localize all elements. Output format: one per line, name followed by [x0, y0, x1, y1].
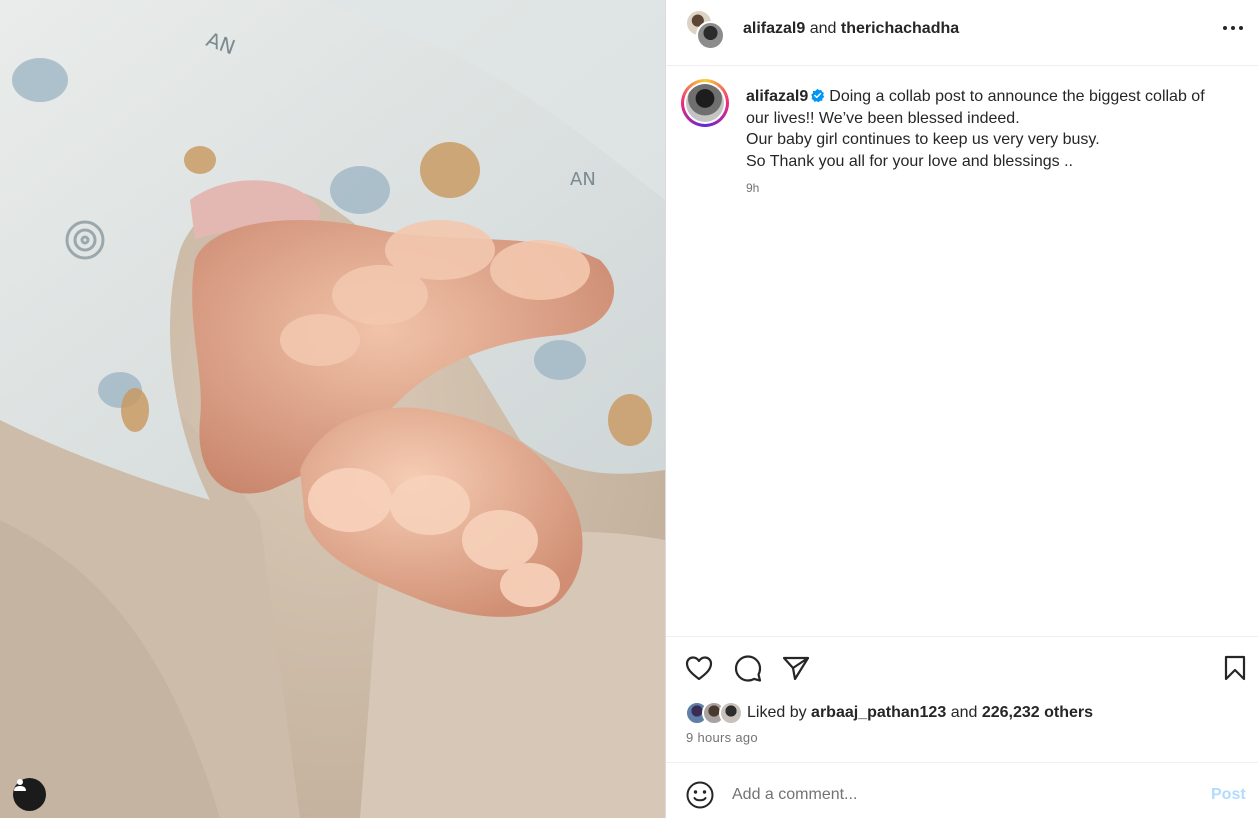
svg-text:AN: AN [570, 169, 596, 190]
share-button[interactable] [781, 653, 811, 683]
caption-author-avatar[interactable] [681, 79, 729, 127]
avatar [686, 84, 724, 122]
comment-bubble-icon [734, 655, 762, 682]
user-icon [14, 779, 26, 791]
liker-avatars[interactable] [685, 701, 747, 725]
save-button[interactable] [1220, 653, 1250, 683]
tagged-users-button[interactable] [13, 778, 46, 811]
caption-timestamp[interactable]: 9h [746, 181, 759, 195]
likes-others-link[interactable]: 226,232 others [982, 704, 1093, 721]
comment-button[interactable] [733, 653, 763, 683]
post-header: alifazal9 and therichachadha [666, 0, 1258, 66]
comment-input[interactable] [732, 780, 1172, 810]
authors-joiner: and [809, 20, 837, 37]
post-timestamp[interactable]: 9 hours ago [686, 730, 758, 745]
caption-username[interactable]: alifazal9 [746, 88, 808, 105]
smiley-icon [686, 781, 714, 809]
comments-section: alifazal9 Doing a collab post to announc… [666, 66, 1258, 636]
bookmark-icon [1224, 655, 1246, 681]
likes-summary: Liked by arbaaj_pathan123 and 226,232 ot… [685, 700, 1093, 726]
author-link-therichachadha[interactable]: therichachadha [841, 20, 959, 37]
collab-avatars[interactable] [685, 9, 727, 51]
likes-text: Liked by arbaaj_pathan123 and 226,232 ot… [747, 704, 1093, 722]
send-icon [782, 656, 810, 681]
baby-feet-photo: AN AN [0, 0, 665, 818]
caption-text: alifazal9 Doing a collab post to announc… [746, 86, 1226, 172]
post-details-panel: alifazal9 and therichachadha alifazal9 D… [665, 0, 1258, 818]
likes-joiner: and [950, 704, 978, 721]
liker-username-link[interactable]: arbaaj_pathan123 [811, 704, 946, 721]
caption-line-2: Our baby girl continues to keep us very … [746, 131, 1100, 148]
caption-line-3: So Thank you all for your love and bless… [746, 152, 1073, 170]
avatar[interactable] [696, 21, 725, 50]
author-link-alifazal9[interactable]: alifazal9 [743, 20, 805, 37]
post-media[interactable]: AN AN [0, 0, 665, 818]
emoji-picker-button[interactable] [685, 780, 715, 810]
post-authors: alifazal9 and therichachadha [743, 19, 959, 39]
more-options-button[interactable] [1218, 17, 1248, 39]
add-comment-bar: Post [666, 762, 1258, 818]
likes-prefix: Liked by [747, 704, 807, 721]
avatar [719, 701, 743, 725]
heart-icon [685, 656, 713, 681]
more-horizontal-icon [1223, 26, 1243, 30]
post-comment-button[interactable]: Post [1211, 786, 1246, 804]
like-button[interactable] [684, 653, 714, 683]
verified-badge-icon [811, 88, 825, 103]
post-actions [666, 636, 1258, 696]
